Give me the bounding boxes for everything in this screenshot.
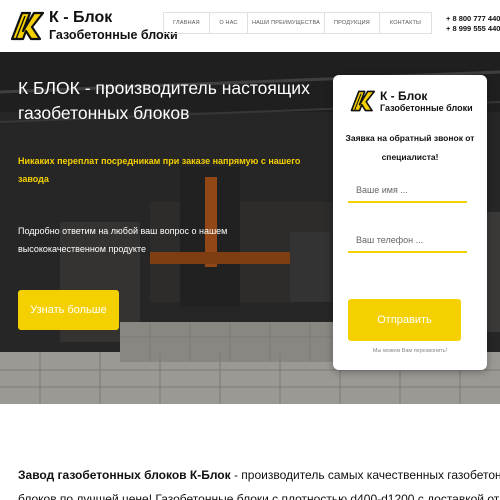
hero-description: Подробно ответим на любой ваш вопрос о н…	[18, 226, 228, 254]
hero-title: К БЛОК - производитель настоящих газобет…	[18, 78, 310, 123]
k-block-logo-icon	[350, 89, 376, 113]
about-paragraph: Завод газобетонных блоков К-Блок - произ…	[18, 463, 500, 500]
submit-button[interactable]: Отправить	[348, 299, 461, 341]
nav-item-contacts[interactable]: Контакты	[380, 12, 432, 34]
phone-list: + 8 800 777 440 + 8 999 555 440	[446, 14, 500, 34]
hero-accent-text: Никаких переплат посредникам при заказе …	[18, 156, 301, 184]
about-line1: - производитель самых качественных газоб…	[230, 468, 500, 482]
learn-more-button[interactable]: Узнать больше	[18, 290, 119, 330]
callback-form: К - Блок Газобетонные блоки Заявка на об…	[333, 75, 487, 370]
brand-title: К - Блок	[49, 9, 113, 26]
form-note: Мы можем Вам перезвонить!	[372, 348, 448, 354]
brand-logo[interactable]: К - Блок Газобетонные блоки	[10, 10, 178, 42]
form-brand-title: К - Блок	[380, 88, 428, 103]
form-brand-subtitle: Газобетонные блоки	[380, 102, 473, 113]
k-block-logo-icon	[10, 11, 45, 41]
nav-item-home[interactable]: Главная	[163, 12, 210, 34]
form-brand-logo: К - Блок Газобетонные блоки	[350, 89, 473, 113]
main-nav: Главная О нас Наши преимущества Продукци…	[163, 12, 432, 34]
phone-input[interactable]	[348, 225, 467, 253]
about-lead: Завод газобетонных блоков К-Блок	[18, 468, 231, 482]
nav-item-about[interactable]: О нас	[210, 12, 248, 34]
nav-item-products[interactable]: Продукция	[325, 12, 380, 34]
phone-primary[interactable]: + 8 800 777 440	[446, 14, 500, 24]
site-header: К - Блок Газобетонные блоки Главная О на…	[0, 0, 500, 52]
nav-item-advantages[interactable]: Наши преимущества	[248, 12, 325, 34]
phone-secondary[interactable]: + 8 999 555 440	[446, 24, 500, 34]
brand-subtitle: Газобетонные блоки	[49, 28, 178, 42]
about-line2: блоков по лучшей цене! Газобетонные блок…	[18, 492, 500, 500]
form-heading: Заявка на обратный звонок от специалиста…	[345, 133, 475, 162]
name-input[interactable]	[348, 175, 467, 203]
